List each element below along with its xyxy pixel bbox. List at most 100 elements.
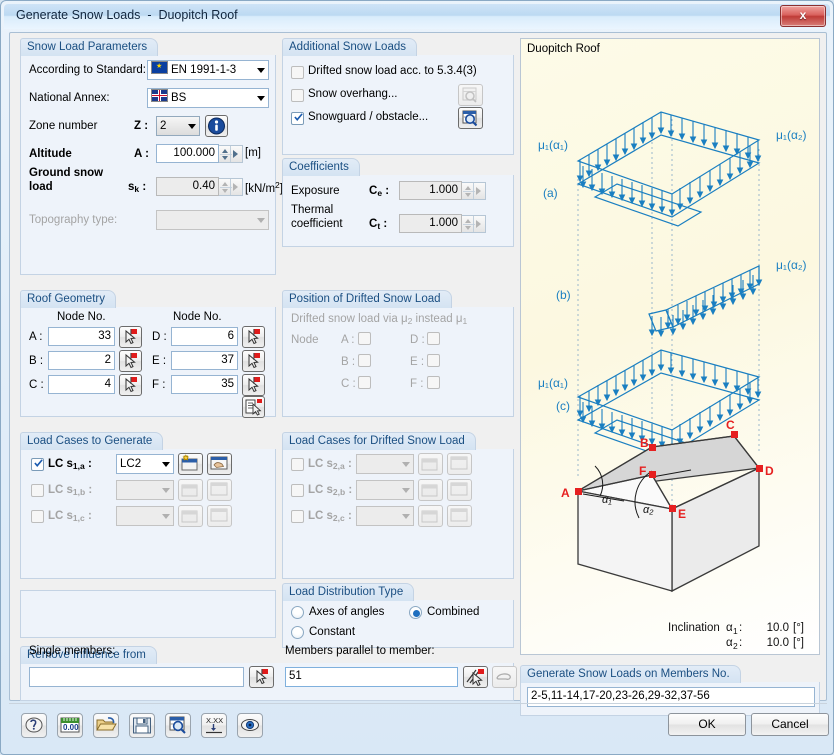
help-button[interactable] [21,713,47,738]
exposure-input[interactable]: 1.000 [399,181,462,200]
group-title: Snow Load Parameters [20,38,159,56]
node-f-pick-button[interactable] [242,374,265,396]
national-annex-combo[interactable]: BS [147,88,269,108]
axes-of-angles-radio[interactable] [291,606,304,619]
node-e-pick-button[interactable] [242,350,265,372]
chevron-down-icon [162,514,170,519]
lc-s1a-edit-button[interactable] [207,453,232,475]
node-f-input[interactable]: 35 [171,375,238,394]
node-d-pick-button[interactable] [242,326,265,348]
cancel-button[interactable]: Cancel [751,713,829,736]
diagram-label-a: (a) [543,186,558,200]
pos-node-d-checkbox[interactable] [427,332,440,345]
members-parallel-pick-button[interactable] [463,666,488,688]
open-button[interactable] [93,713,119,738]
snow-overhang-checkbox[interactable] [291,89,304,102]
save-button[interactable] [129,713,155,738]
node-a-input[interactable]: 33 [48,327,115,346]
lc-s1a-combo[interactable]: LC2 [116,454,174,474]
lc-s1b-label: LC s1,b : [48,484,93,497]
lc-s2c-label: LC s2,c : [308,510,352,523]
chevron-down-icon [402,488,410,493]
lc-s2c-checkbox[interactable] [291,510,304,523]
zone-info-button[interactable] [205,115,228,137]
node-e-input[interactable]: 37 [171,351,238,370]
diagram-label-c: (c) [556,399,570,413]
constant-radio[interactable] [291,626,304,639]
pos-node-f-checkbox[interactable] [427,376,440,389]
single-members-input[interactable] [29,667,244,687]
drifted-snow-load-checkbox[interactable] [291,66,304,79]
info-view-button[interactable] [165,713,191,738]
generate-on-members-input[interactable]: 2-5,11-14,17-20,23-26,29-32,37-56 [527,687,815,707]
node-c-input[interactable]: 4 [48,375,115,394]
pos-node-c-label: C : [341,378,356,390]
thermal-coefficient-input[interactable]: 1.000 [399,214,462,233]
title-bar[interactable]: Generate Snow Loads - Duopitch Roof x [4,4,830,29]
lc-s1a-label: LC s1,a : [48,458,92,471]
pick-cursor-icon [125,353,137,369]
lc-s1c-checkbox[interactable] [31,510,44,523]
ground-snow-symbol: sk : [128,181,147,194]
lc-s1c-new-button [178,505,203,527]
node-list-pick-button[interactable] [242,396,265,418]
decimal-places-button[interactable]: X.XX [201,713,227,738]
lc-s2a-checkbox[interactable] [291,458,304,471]
edit-window-icon [210,482,228,496]
lc-s1b-checkbox[interactable] [31,484,44,497]
pos-node-b-checkbox[interactable] [358,354,371,367]
altitude-spinner[interactable] [219,145,243,163]
zone-number-combo[interactable]: 2 [156,116,200,136]
footer-separator [9,703,827,704]
members-parallel-label: Members parallel to member: [285,645,435,657]
pos-node-c-checkbox[interactable] [358,376,371,389]
lc-s2b-checkbox[interactable] [291,484,304,497]
node-a-label: A : [29,331,43,343]
pos-node-a-checkbox[interactable] [358,332,371,345]
lc-s1c-combo [116,506,174,526]
ok-button[interactable]: OK [668,713,746,736]
inclination-alpha1-sub: 1 [733,626,738,636]
inclination-alpha2-symbol: α [726,637,733,649]
single-members-pick-button[interactable] [249,666,274,688]
dialog-client-area: Snow Load Parameters According to Standa… [9,32,827,716]
units-button[interactable]: 0.00 [57,713,83,738]
inclination-alpha2-value: 10.0 [767,637,789,649]
node-d-label: D : [152,331,167,343]
house-model: α₁ α₂ A B C D E F [561,418,774,593]
inclination-alpha1-unit: [°] [793,622,804,634]
altitude-unit: [m] [245,147,261,159]
members-parallel-input[interactable]: 51 [285,667,458,687]
node-d-input[interactable]: 6 [171,327,238,346]
drifted-snow-load-label: Drifted snow load acc. to 5.3.4(3) [308,65,477,77]
pointer-arrow-icon [496,673,511,680]
thermal-coefficient-spinner[interactable] [462,215,486,233]
svg-text:X.XX: X.XX [206,716,223,725]
inclination-alpha1-symbol: α [726,622,733,634]
ground-snow-label-line2: load [29,181,53,193]
national-annex-label: National Annex: [29,92,110,104]
info-icon [208,117,225,135]
altitude-input[interactable]: 100.000 [156,144,219,163]
open-folder-icon [96,717,117,731]
lc-s1a-checkbox[interactable] [31,458,44,471]
node-a-pick-button[interactable] [119,326,142,348]
node-c-pick-button[interactable] [119,374,142,396]
axes-of-angles-label: Axes of angles [309,606,385,618]
pos-node-e-checkbox[interactable] [427,354,440,367]
lc-s1a-new-button[interactable] [178,453,203,475]
node-b-pick-button[interactable] [119,350,142,372]
node-b-input[interactable]: 2 [48,351,115,370]
lc-s2b-edit-button [447,479,472,501]
close-button[interactable]: x [780,5,826,27]
thermal-label-line1: Thermal [291,204,334,216]
exposure-spinner[interactable] [462,182,486,200]
group-title: Load Distribution Type [282,583,415,601]
load-block-b: μ₁(α₂) (b) [556,258,807,338]
svg-text:0.00: 0.00 [63,723,79,732]
standard-combo[interactable]: ★ EN 1991-1-3 [147,60,269,80]
combined-radio[interactable] [409,606,422,619]
snowguard-obstacle-checkbox[interactable] [291,112,304,125]
view-button[interactable] [237,713,263,738]
snowguard-obstacle-detail-button[interactable] [458,107,483,129]
